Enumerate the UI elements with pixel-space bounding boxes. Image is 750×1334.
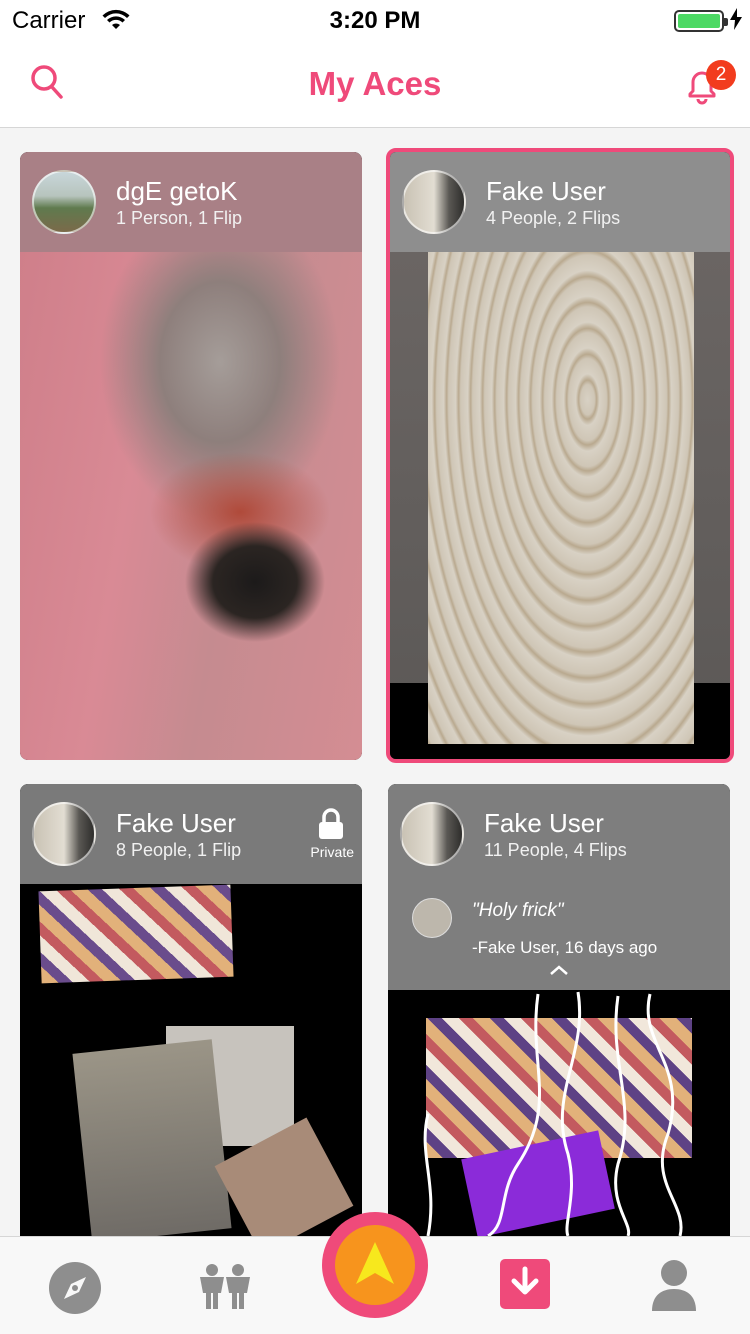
- card-header: Fake User 8 People, 1 Flip Private: [20, 784, 362, 884]
- create-ace-button[interactable]: [322, 1212, 428, 1318]
- ace-card[interactable]: Fake User 11 People, 4 Flips "Holy frick…: [388, 784, 730, 1236]
- comment-quote: "Holy frick": [472, 900, 564, 921]
- avatar: [402, 170, 466, 234]
- avatar: [400, 802, 464, 866]
- avatar: [32, 170, 96, 234]
- card-meta: 4 People, 2 Flips: [486, 208, 621, 228]
- collage-photo: [38, 884, 234, 984]
- comment-avatar: [412, 898, 452, 938]
- ace-card[interactable]: Fake User 8 People, 1 Flip Private: [20, 784, 362, 1236]
- avatar: [32, 802, 96, 866]
- status-bar: Carrier 3:20 PM: [0, 0, 750, 40]
- card-meta: 8 People, 1 Flip: [116, 840, 242, 860]
- card-meta: 1 Person, 1 Flip: [116, 208, 243, 228]
- charging-bolt-icon: [730, 8, 742, 30]
- ace-card[interactable]: dgE getoK 1 Person, 1 Flip: [20, 152, 362, 760]
- ace-card-selected[interactable]: Fake User 4 People, 2 Flips: [386, 148, 734, 763]
- card-username: Fake User: [486, 176, 606, 206]
- chevron-up-icon[interactable]: [548, 964, 570, 976]
- card-meta: 11 People, 4 Flips: [484, 840, 627, 860]
- ace-thumbnail: [20, 252, 362, 760]
- card-header: Fake User 11 People, 4 Flips "Holy frick…: [388, 784, 730, 990]
- profile-icon[interactable]: [650, 1259, 698, 1311]
- card-username: Fake User: [116, 808, 236, 838]
- nav-bar: My Aces 2: [0, 40, 750, 128]
- card-header: dgE getoK 1 Person, 1 Flip: [20, 152, 362, 252]
- collage-photo: [72, 1039, 232, 1236]
- lock-icon: [319, 808, 343, 839]
- compass-icon[interactable]: [48, 1261, 102, 1315]
- ace-arrow-icon: [356, 1242, 394, 1284]
- card-username: Fake User: [484, 808, 604, 838]
- card-username: dgE getoK: [116, 176, 238, 206]
- battery-icon: [674, 10, 728, 32]
- card-header: Fake User 4 People, 2 Flips: [390, 152, 730, 252]
- private-label: Private: [310, 844, 354, 860]
- download-box-icon[interactable]: [500, 1259, 550, 1309]
- clock: 3:20 PM: [329, 7, 421, 34]
- page-title: My Aces: [308, 65, 442, 102]
- comment-byline: -Fake User, 16 days ago: [472, 938, 658, 957]
- drawing-overlay: [423, 991, 683, 1236]
- wood-texture-image: [428, 252, 694, 744]
- notification-badge: 2: [706, 60, 736, 90]
- people-icon[interactable]: [196, 1263, 254, 1311]
